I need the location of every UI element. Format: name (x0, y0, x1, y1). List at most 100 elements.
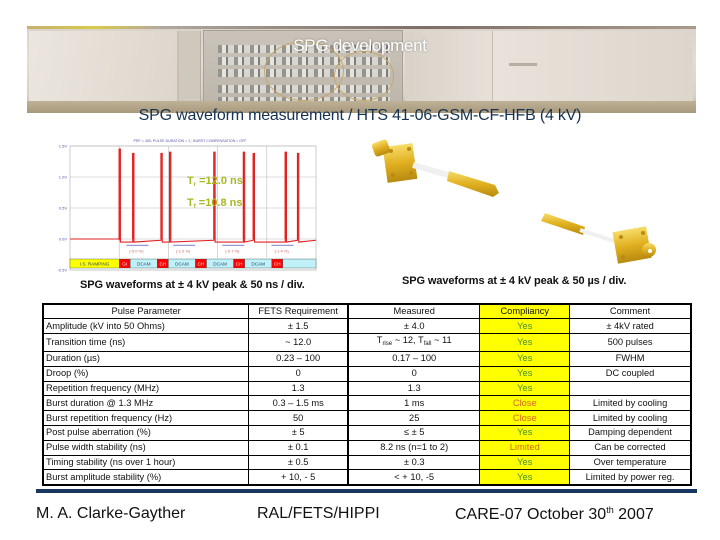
requirement-cell: ~ 12.0 (248, 333, 350, 353)
phase-label: DCAM (175, 261, 189, 266)
compliancy-cell: Yes (479, 333, 571, 353)
compliancy-cell: Limited (479, 439, 571, 456)
measured-cell: ≤ ± 5 (347, 425, 481, 441)
measured-cell: 8.2 ns (n=1 to 2) (347, 439, 481, 456)
table-row: Burst duration @ 1.3 MHz 0.3 – 1.5 ms 1 ms… (42, 395, 692, 412)
connector-flange-left (371, 139, 418, 183)
param-cell: Amplitude (kV into 50 Ohms) (42, 318, 250, 335)
param-cell: Burst duration @ 1.3 MHz (42, 395, 250, 412)
phase-label: GI (122, 261, 127, 266)
requirement-cell: 0 (248, 365, 350, 382)
table-row: Repetition frequency (MHz) 1.3 1.3 Yes (42, 380, 692, 397)
param-cell: Burst amplitude stability (%) (42, 469, 250, 486)
droop-label: (-0.7 %) (225, 249, 240, 254)
meas-sub-rise: rise (382, 341, 393, 348)
compliancy-cell: Yes (479, 425, 571, 441)
header-fets-requirement: FETS Requirement (248, 303, 350, 320)
comment-cell: Limited by power reg. (569, 469, 692, 486)
requirement-cell: 0.3 – 1.5 ms (248, 395, 350, 412)
comment-cell: ± 4kV rated (569, 318, 692, 335)
param-cell: Repetition frequency (MHz) (42, 380, 250, 397)
phase-segment (282, 258, 317, 269)
caption-ns-div: SPG waveforms at ± 4 kV peak & 50 ns / d… (80, 279, 305, 291)
y-tick-label: 0.0V (59, 237, 68, 242)
measured-cell: < + 10, -5 (347, 469, 481, 486)
waveform-chart: PRF = 400; PULSE DURATION = 1 ; BURST CO… (40, 136, 320, 272)
table-row: Amplitude (kV into 50 Ohms) ± 1.5 ± 4.0 Yes… (42, 318, 692, 335)
table-header-row: Pulse Parameter FETS Requirement Measure… (42, 303, 692, 320)
compliancy-cell: Yes (479, 351, 571, 367)
comment-cell: Can be corrected (569, 439, 692, 456)
param-cell: Timing stability (ns over 1 hour) (42, 454, 250, 471)
param-cell: Duration (µs) (42, 351, 250, 367)
footer-event-pre: CARE-07 October 30 (455, 506, 607, 523)
phase-label: DCAM (137, 261, 151, 266)
annotation-rise: Tr =12.0 ns (187, 175, 243, 188)
comment-cell: Over temperature (569, 454, 692, 471)
caption-us-div: SPG waveforms at ± 4 kV peak & 50 µs / d… (402, 275, 627, 287)
connector-pin-right (541, 213, 585, 235)
measured-cell: 1 ms (347, 395, 481, 412)
requirement-cell: ± 0.5 (248, 454, 350, 471)
requirement-cell: ± 5 (248, 425, 350, 441)
compliancy-cell: Close (479, 395, 571, 412)
rack-cable (334, 51, 394, 101)
requirement-cell: + 10, - 5 (248, 469, 350, 486)
footer-event: CARE-07 October 30th 2007 (455, 505, 654, 524)
y-tick-label: -0.5V (57, 268, 67, 273)
droop-label: (-1.0 %) (176, 249, 191, 254)
slide-heading: SPG waveform measurement / HTS 41-06-GSM… (138, 107, 582, 124)
header-compliancy: Compliancy (479, 303, 571, 320)
table-row: Burst amplitude stability (%) + 10, - 5 < … (42, 469, 692, 486)
footer-author: M. A. Clarke-Gayther (36, 505, 186, 522)
param-cell: Burst repetition frequency (Hz) (42, 410, 250, 427)
waveform-chart-svg: PRF = 400; PULSE DURATION = 1 ; BURST CO… (57, 139, 317, 273)
footer-event-post: 2007 (613, 506, 654, 523)
requirement-cell: 1.3 (248, 380, 350, 397)
connector-pin-left (447, 171, 499, 197)
param-cell: Post pulse aberration (%) (42, 425, 250, 441)
meas-mid: ~ 12, T (392, 335, 424, 346)
table-row: Burst repetition frequency (Hz) 50 25 Close… (42, 410, 692, 427)
compliancy-cell: Yes (479, 380, 571, 397)
phase-label: DCAM (213, 261, 227, 266)
header-pulse-parameter: Pulse Parameter (42, 303, 250, 320)
comment-cell: FWHM (569, 351, 692, 367)
compliancy-cell: Yes (479, 365, 571, 382)
measured-cell: ± 0.3 (347, 454, 481, 471)
measured-cell: 1.3 (347, 380, 481, 397)
compliancy-cell: Yes (479, 318, 571, 335)
y-tick-label: 0.5V (59, 206, 68, 211)
compliancy-cell: Yes (479, 469, 571, 486)
annotation-fall: Tf =10.8 ns (187, 197, 243, 210)
phase-label: DCAM (251, 261, 265, 266)
phase-label: I.S. RAMPING (80, 261, 110, 266)
y-tick-label: 1.5V (59, 144, 68, 149)
param-cell: Pulse width stability (ns) (42, 439, 250, 456)
compliancy-cell: Close (479, 410, 571, 427)
comment-cell: Limited by cooling (569, 410, 692, 427)
header-measured: Measured (347, 303, 481, 320)
measured-cell: Trise ~ 12, Tfall ~ 11 (347, 333, 481, 353)
meas-post: ~ 11 (431, 335, 452, 346)
comment-cell: 500 pulses (569, 333, 692, 353)
header-comment: Comment (569, 303, 692, 320)
chart-title: PRF = 400; PULSE DURATION = 1 ; BURST CO… (134, 139, 248, 143)
phase-label: CH (198, 261, 205, 266)
table-row: Droop (%) 0 0 Yes DC coupled (42, 365, 692, 382)
droop-label: (-1.4 %) (274, 249, 289, 254)
measured-cell: 25 (347, 410, 481, 427)
requirement-cell: 0.23 – 100 (248, 351, 350, 367)
measured-cell: 0.17 – 100 (347, 351, 481, 367)
footer-org: RAL/FETS/HIPPI (257, 505, 380, 522)
spec-table: Pulse Parameter FETS Requirement Measure… (42, 303, 692, 486)
table-row: Transition time (ns) ~ 12.0 Trise ~ 12, Tf… (42, 333, 692, 353)
table-row: Duration (µs) 0.23 – 100 0.17 – 100 Yes FWHM (42, 351, 692, 367)
comment-cell (569, 380, 692, 397)
measured-cell: 0 (347, 365, 481, 382)
requirement-cell: 50 (248, 410, 350, 427)
coax-connector-illustration (371, 139, 656, 264)
comment-cell: DC coupled (569, 365, 692, 382)
photo-top-strip (27, 26, 696, 29)
requirement-cell: ± 1.5 (248, 318, 350, 335)
